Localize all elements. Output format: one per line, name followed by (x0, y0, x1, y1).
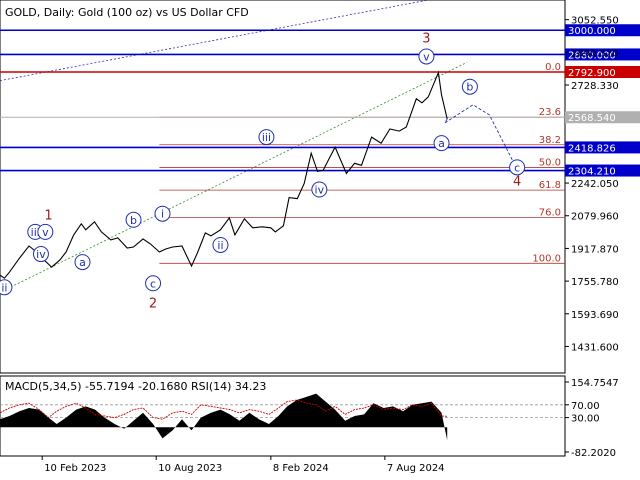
red-level-label: 2792.900 (568, 68, 616, 79)
x-axis-label: 10 Aug 2023 (158, 463, 222, 474)
current-price-label: 2568.540 (568, 113, 616, 124)
x-axis-label: 10 Feb 2023 (44, 463, 106, 474)
wave-label: iv (36, 248, 46, 261)
wave-label-major: 1 (44, 209, 52, 224)
wave-label: b (466, 81, 473, 94)
wave-label: iii (262, 131, 271, 144)
fib-level-label: 50.0 (539, 158, 561, 169)
wave-label-major: 3 (422, 31, 430, 46)
wave-label: a (438, 137, 445, 150)
price-axis-label: 2242.050 (571, 179, 619, 190)
price-axis-label: 2079.960 (571, 212, 619, 223)
wave-label: i (161, 208, 164, 221)
fib-level-label: 61.8 (539, 180, 561, 191)
wave-label: ii (1, 281, 7, 294)
wave-label: c (514, 161, 520, 174)
chart-title: GOLD, Daily: Gold (100 oz) vs US Dollar … (5, 6, 249, 19)
price-axis-label: 1755.780 (571, 277, 619, 288)
wave-label-major: 2 (149, 296, 157, 311)
indicator-axis-label: 70.00 (571, 401, 600, 412)
indicator-axis-label: 154.7547 (571, 378, 619, 389)
blue-level-label: 2418.826 (568, 143, 616, 154)
wave-label: ii (217, 239, 223, 252)
fib-level-label: 23.6 (539, 107, 561, 118)
wave-label: v (423, 50, 430, 63)
price-axis-label: 2728.330 (571, 81, 619, 92)
wave-label: b (130, 214, 137, 227)
wave-label: v (42, 226, 49, 239)
fib-level-label: 100.0 (532, 253, 561, 264)
wave-label-major: 4 (513, 174, 521, 189)
price-axis-label: 1917.870 (571, 244, 619, 255)
price-axis-label: 3052.550 (571, 16, 619, 27)
price-axis-label: 1593.690 (571, 310, 619, 321)
price-axis-label: 2890.520 (571, 48, 619, 59)
blue-level-label: 3000.000 (568, 26, 616, 37)
wave-label: c (150, 277, 156, 290)
x-axis-label: 8 Feb 2024 (273, 463, 329, 474)
indicator-title: MACD(5,34,5) -55.7194 -20.1680 RSI(14) 3… (5, 380, 266, 393)
blue-level-label: 2304.210 (568, 167, 616, 178)
wave-label: a (79, 256, 86, 269)
indicator-axis-label: -82.2020 (571, 448, 616, 459)
x-axis-label: 7 Aug 2024 (387, 463, 445, 474)
chart: 0.023.638.250.061.876.0100.0iiiii viv1abc… (0, 0, 640, 480)
price-axis-label: 1431.600 (571, 342, 619, 353)
fib-level-label: 76.0 (539, 207, 561, 218)
fib-level-label: 38.2 (539, 135, 561, 146)
wave-label: iv (315, 184, 325, 197)
indicator-axis-label: 30.00 (571, 414, 600, 425)
